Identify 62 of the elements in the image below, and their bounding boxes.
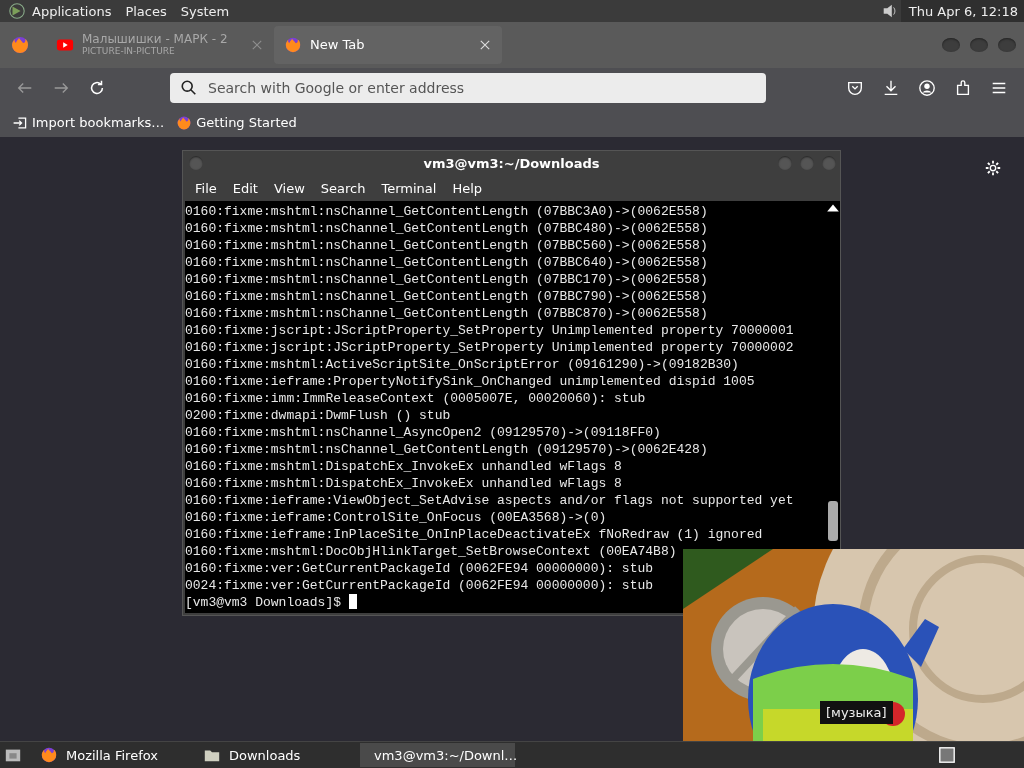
panel-menu[interactable]: Applications	[32, 3, 112, 19]
workspace-icon[interactable]	[938, 746, 956, 764]
terminal-line: 0160:fixme:mshtml:nsChannel_GetContentLength (07BBC170)->(0062E558)	[185, 272, 708, 287]
shell-prompt: [vm3@vm3 Downloads]$	[185, 595, 342, 610]
terminal-line: 0160:fixme:jscript:JScriptProperty_SetProperty Unimplemented property 70000001	[185, 323, 794, 338]
terminal-line: 0200:fixme:dwmapi:DwmFlush () stub	[185, 408, 451, 423]
window-title: vm3@vm3:~/Downloads	[423, 155, 600, 171]
browser-tab[interactable]: New Tab	[274, 26, 502, 64]
settings-icon[interactable]	[984, 159, 1002, 177]
reload-icon[interactable]	[88, 79, 106, 97]
taskbar-item[interactable]: vm3@vm3:~/Downl…	[360, 743, 515, 767]
close-icon[interactable]	[478, 38, 492, 52]
menu-item[interactable]: File	[187, 180, 225, 196]
menu-item[interactable]: Search	[312, 180, 374, 196]
scroll-thumb[interactable]	[828, 501, 838, 541]
terminal-line: 0160:fixme:ieframe:PropertyNotifySink_OnChanged unimplemented dispid 1005	[185, 374, 755, 389]
firefox-icon	[284, 36, 302, 54]
terminal-line: 0160:fixme:mshtml:nsChannel_GetContentLength (07BBC480)->(0062E558)	[185, 221, 708, 236]
taskbar-item[interactable]: Mozilla Firefox	[34, 743, 189, 767]
terminal-line: 0160:fixme:mshtml:DispatchEx_InvokeEx unhandled wFlags 8	[185, 459, 622, 474]
terminal-line: 0160:fixme:mshtml:nsChannel_AsyncOpen2 (09129570)->(09118FF0)	[185, 425, 661, 440]
play-icon[interactable]	[8, 2, 26, 20]
bookmark-link[interactable]: Import bookmarks…	[32, 115, 165, 130]
menu-item[interactable]: Edit	[224, 180, 266, 196]
search-icon	[180, 79, 198, 97]
download-icon[interactable]	[882, 79, 900, 97]
taskbar-item[interactable]: Downloads	[197, 743, 352, 767]
firefox-icon	[40, 746, 58, 764]
terminal-line: 0024:fixme:ver:GetCurrentPackageId (0062FE94 00000000): stub	[185, 578, 654, 593]
tab-title: New Tab	[310, 39, 366, 51]
pocket-icon[interactable]	[846, 79, 864, 97]
menu-item[interactable]: View	[265, 180, 313, 196]
clock[interactable]: Thu Apr 6, 12:18	[900, 0, 1024, 22]
terminal-line: 0160:fixme:mshtml:nsChannel_GetContentLength (09129570)->(0062E428)	[185, 442, 708, 457]
terminal-line: 0160:fixme:imm:ImmReleaseContext (0005007E, 00020060): stub	[185, 391, 646, 406]
firefox-icon[interactable]	[10, 35, 30, 55]
account-icon[interactable]	[918, 79, 936, 97]
terminal-line: 0160:fixme:mshtml:nsChannel_GetContentLength (07BBC870)->(0062E558)	[185, 306, 708, 321]
menu-item[interactable]: Terminal	[373, 180, 445, 196]
text-cursor	[349, 594, 358, 609]
terminal-line: 0160:fixme:mshtml:ActiveScriptSite_OnScriptError (09161290)->(09182B30)	[185, 357, 739, 372]
terminal-line: 0160:fixme:ieframe:ViewObject_SetAdvise aspects and/or flags not supported yet	[185, 493, 794, 508]
terminal-line: 0160:fixme:ieframe:ControlSite_OnFocus (00EA3568)->(0)	[185, 510, 607, 525]
menu-item[interactable]: Help	[444, 180, 491, 196]
terminal-line: 0160:fixme:mshtml:DocObjHlinkTarget_SetBrowseContext (00EA74B8)	[185, 544, 677, 559]
video-caption: [музыка]	[820, 701, 893, 724]
panel-menu[interactable]: Places	[125, 3, 167, 19]
terminal-line: 0160:fixme:mshtml:nsChannel_GetContentLength (07BBC3A0)->(0062E558)	[185, 204, 708, 219]
scrollbar[interactable]	[826, 201, 840, 541]
terminal-line: 0160:fixme:mshtml:nsChannel_GetContentLength (07BBC640)->(0062E558)	[185, 255, 708, 270]
bookmark-link[interactable]: Getting Started	[196, 115, 297, 130]
terminal-line: 0160:fixme:mshtml:nsChannel_GetContentLength (07BBC560)->(0062E558)	[185, 238, 708, 253]
terminal-line: 0160:fixme:jscript:JScriptProperty_SetProperty Unimplemented property 70000002	[185, 340, 794, 355]
terminal-line: 0160:fixme:ieframe:InPlaceSite_OnInPlaceDeactivateEx fNoRedraw (1) ignored	[185, 527, 763, 542]
panel-menu[interactable]: System	[180, 3, 230, 19]
tab-subtitle: PICTURE-IN-PICTURE	[82, 45, 176, 57]
address-field[interactable]: Search with Google or enter address	[170, 73, 766, 103]
firefox-icon[interactable]	[176, 114, 193, 131]
terminal-line: 0160:fixme:mshtml:nsChannel_GetContentLength (07BBC790)->(0062E558)	[185, 289, 708, 304]
terminal-line: 0160:fixme:mshtml:DispatchEx_InvokeEx unhandled wFlags 8	[185, 476, 622, 491]
terminal-line: 0160:fixme:ver:GetCurrentPackageId (0062FE94 00000000): stub	[185, 561, 654, 576]
tab-title: Малышишки - МАРК - 2	[82, 33, 229, 45]
